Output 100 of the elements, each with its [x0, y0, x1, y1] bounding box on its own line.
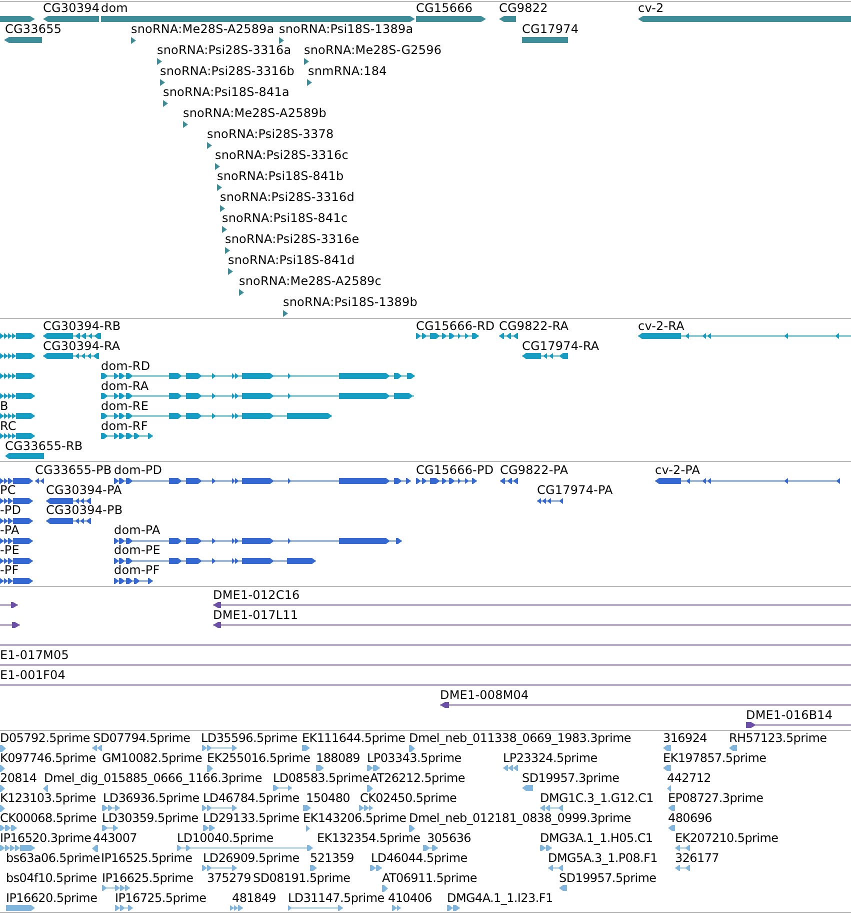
marker-icon[interactable] — [183, 120, 188, 128]
est-model[interactable] — [0, 845, 35, 852]
marker-icon[interactable] — [157, 58, 162, 65]
marker-icon[interactable] — [131, 36, 136, 44]
clone-line[interactable] — [213, 622, 851, 628]
transcript-model[interactable] — [101, 433, 153, 439]
transcript-model[interactable] — [0, 433, 35, 439]
marker-icon[interactable] — [217, 184, 222, 191]
marker-icon[interactable] — [304, 58, 309, 65]
clone-line[interactable] — [0, 644, 851, 646]
marker-icon[interactable] — [220, 204, 225, 212]
est-model[interactable] — [540, 805, 563, 812]
protein-label: dom-PF — [114, 564, 160, 578]
est-arrow-icon[interactable] — [382, 884, 388, 892]
est-arrow-icon[interactable] — [729, 745, 737, 752]
est-arrow-icon[interactable] — [302, 745, 310, 752]
gene-bar[interactable] — [416, 16, 486, 22]
marker-icon[interactable] — [225, 246, 230, 254]
protein-model[interactable] — [114, 538, 402, 544]
protein-model[interactable] — [0, 518, 33, 524]
est-arrow-icon[interactable] — [667, 784, 671, 792]
gene-arrow-icon[interactable] — [499, 16, 516, 22]
protein-model[interactable] — [114, 478, 411, 484]
est-model[interactable] — [202, 745, 237, 752]
gene-bar[interactable] — [638, 16, 851, 22]
est-arrow-icon[interactable] — [0, 784, 5, 792]
protein-model[interactable] — [0, 498, 33, 504]
transcript-model[interactable] — [416, 333, 479, 339]
gene-bar[interactable] — [0, 16, 35, 22]
gene-bar[interactable] — [4, 37, 42, 44]
transcript-model[interactable] — [0, 413, 35, 419]
est-arrow-icon[interactable] — [316, 765, 324, 772]
est-arrow-icon[interactable] — [0, 804, 5, 812]
transcript-model[interactable] — [101, 393, 414, 399]
protein-model[interactable] — [416, 478, 477, 484]
marker-icon[interactable] — [215, 162, 220, 170]
protein-model[interactable] — [537, 498, 563, 504]
est-arrow-icon[interactable] — [0, 764, 5, 772]
gene-bar[interactable] — [43, 16, 99, 22]
est-arrow-icon[interactable] — [559, 885, 567, 892]
protein-label: CG15666-PD — [416, 464, 494, 478]
protein-model[interactable] — [46, 518, 91, 524]
clone-line[interactable] — [213, 602, 851, 608]
marker-icon[interactable] — [207, 142, 212, 149]
protein-model[interactable] — [0, 478, 33, 484]
transcript-model[interactable] — [0, 333, 35, 339]
marker-icon[interactable] — [307, 78, 312, 86]
est-arrow-icon[interactable] — [306, 824, 310, 832]
marker-icon[interactable] — [228, 268, 233, 275]
protein-model[interactable] — [0, 578, 33, 584]
est-model[interactable] — [202, 865, 237, 872]
gene-bar[interactable] — [522, 37, 568, 44]
est-arrow-icon[interactable] — [409, 824, 415, 832]
marker-icon[interactable] — [163, 100, 168, 107]
clone-line[interactable] — [0, 664, 851, 666]
transcript-model[interactable] — [0, 353, 35, 359]
est-arrow-icon[interactable] — [663, 745, 671, 752]
est-model[interactable] — [177, 845, 313, 852]
est-arrow-icon[interactable] — [303, 805, 311, 812]
transcript-model[interactable] — [43, 333, 101, 339]
clone-line[interactable] — [746, 722, 851, 728]
marker-icon[interactable] — [279, 36, 284, 44]
marker-icon[interactable] — [160, 78, 165, 86]
protein-model[interactable] — [114, 558, 316, 564]
protein-model[interactable] — [114, 578, 153, 584]
marker-icon[interactable] — [222, 226, 227, 233]
est-model[interactable] — [202, 805, 237, 812]
est-label: IP16525.5prime — [101, 852, 192, 865]
est-arrow-icon[interactable] — [367, 784, 373, 792]
clone-line[interactable] — [0, 684, 851, 686]
protein-model[interactable] — [46, 498, 91, 504]
est-arrow-icon[interactable] — [207, 764, 213, 772]
protein-model[interactable] — [0, 538, 33, 544]
est-arrow-icon[interactable] — [43, 784, 48, 792]
protein-model[interactable] — [0, 558, 33, 564]
est-arrow-icon[interactable] — [663, 765, 671, 772]
est-model[interactable] — [6, 905, 35, 912]
transcript-model[interactable] — [101, 373, 415, 379]
est-arrow-icon[interactable] — [92, 844, 98, 852]
est-arrow-icon[interactable] — [522, 785, 533, 792]
protein-model[interactable] — [655, 478, 840, 484]
est-arrow-icon[interactable] — [0, 744, 6, 752]
transcript-model[interactable] — [638, 333, 851, 339]
marker-icon[interactable] — [283, 310, 288, 317]
est-model[interactable] — [288, 905, 343, 912]
est-arrow-icon[interactable] — [668, 805, 675, 812]
transcript-model[interactable] — [101, 413, 332, 419]
est-label: LD31147.5prime — [288, 892, 384, 905]
est-arrow-icon[interactable] — [668, 825, 675, 832]
transcript-model[interactable] — [0, 393, 35, 399]
transcript-model[interactable] — [5, 453, 44, 459]
est-arrow-icon[interactable] — [409, 744, 415, 752]
est-model[interactable] — [102, 885, 130, 892]
transcript-model[interactable] — [43, 353, 99, 359]
transcript-model[interactable] — [522, 353, 568, 359]
gene-label: snoRNA:Psi28S-3378 — [207, 128, 334, 142]
est-arrow-icon[interactable] — [310, 865, 317, 872]
transcript-model[interactable] — [0, 373, 35, 379]
marker-icon[interactable] — [239, 288, 244, 296]
clone-line[interactable] — [440, 702, 851, 708]
